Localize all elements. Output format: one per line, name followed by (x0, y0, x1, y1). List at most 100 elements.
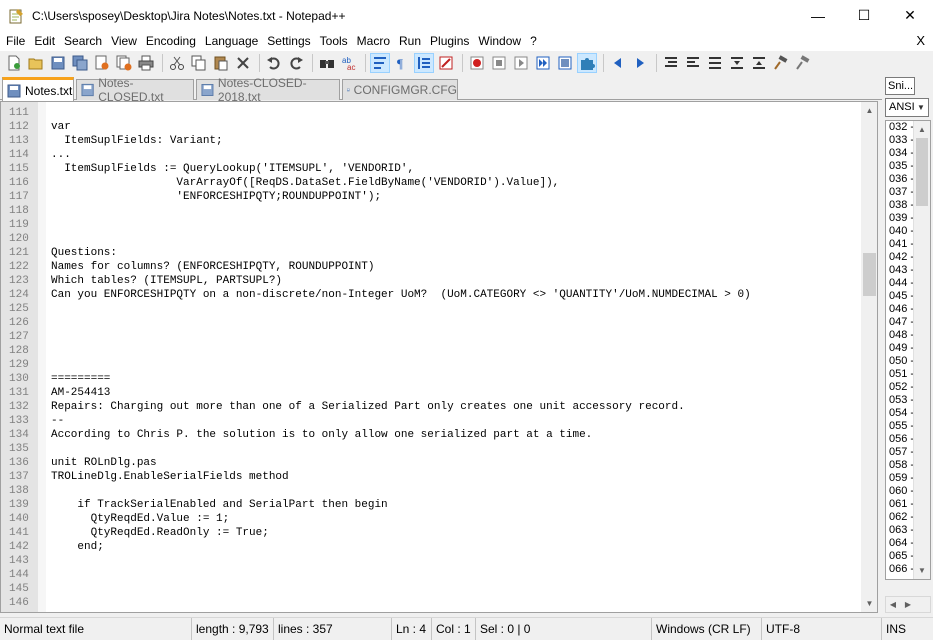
editor-line[interactable]: 142 end; (1, 540, 861, 554)
editor-line[interactable]: 131 AM-254413 (1, 386, 861, 400)
align4-icon[interactable] (727, 53, 747, 73)
ascii-list-horizontal-scrollbar[interactable]: ◀ ▶ (885, 596, 931, 613)
line-text[interactable]: Names for columns? (ENFORCESHIPQTY, ROUN… (51, 260, 374, 274)
menu-macro[interactable]: Macro (353, 31, 395, 51)
editor-line[interactable]: 135 (1, 442, 861, 456)
snippet-tab[interactable]: Sni... (885, 77, 915, 95)
scroll-thumb[interactable] (916, 138, 928, 206)
editor-line[interactable]: 117 'ENFORCESHIPQTY;ROUNDUPPOINT'); (1, 190, 861, 204)
minimize-button[interactable]: — (795, 0, 841, 31)
ascii-list-vertical-scrollbar[interactable]: ▲ ▼ (913, 121, 930, 579)
line-text[interactable]: Which tables? (ITEMSUPL, PARTSUPL?) (51, 274, 282, 288)
tab-notes-closed-2018-txt[interactable]: Notes-CLOSED-2018.txt (196, 76, 340, 104)
editor-line[interactable]: 115 ItemSuplFields := QueryLookup('ITEMS… (1, 162, 861, 176)
scroll-down-arrow-icon[interactable]: ▼ (914, 562, 930, 578)
editor-line[interactable]: 113 ItemSuplFields: Variant; (1, 134, 861, 148)
align-icon[interactable] (661, 53, 681, 73)
line-text[interactable]: AM-254413 (51, 386, 110, 400)
editor-line[interactable]: 132 Repairs: Charging out more than one o… (1, 400, 861, 414)
word-wrap-icon[interactable] (370, 53, 390, 73)
line-text[interactable]: ItemSuplFields := QueryLookup('ITEMSUPL'… (51, 162, 414, 176)
scroll-up-arrow-icon[interactable]: ▲ (914, 121, 930, 137)
line-text[interactable]: VarArrayOf([ReqDS.DataSet.FieldByName('V… (51, 176, 559, 190)
hammer-icon[interactable] (771, 53, 791, 73)
title-bar[interactable]: C:\Users\sposey\Desktop\Jira Notes\Notes… (0, 0, 933, 31)
line-text[interactable]: -- (51, 414, 64, 428)
editor-line[interactable]: 123 Which tables? (ITEMSUPL, PARTSUPL?) (1, 274, 861, 288)
close-all-icon[interactable] (114, 53, 134, 73)
menu-settings[interactable]: Settings (263, 31, 315, 51)
close-window-button[interactable]: ✕ (887, 0, 933, 31)
line-text[interactable]: 'ENFORCESHIPQTY;ROUNDUPPOINT'); (51, 190, 381, 204)
line-text[interactable]: TROLineDlg.EnableSerialFields method (51, 470, 289, 484)
menu-file[interactable]: File (0, 31, 30, 51)
editor-line[interactable]: 138 (1, 484, 861, 498)
encoding-select[interactable]: ANSI ▼ (885, 98, 929, 117)
scroll-thumb[interactable] (863, 253, 876, 296)
editor-line[interactable]: 122 Names for columns? (ENFORCESHIPQTY, R… (1, 260, 861, 274)
editor-line[interactable]: 146 (1, 596, 861, 610)
scroll-down-arrow-icon[interactable]: ▼ (861, 595, 877, 612)
menu-tools[interactable]: Tools (316, 31, 353, 51)
close-document-button[interactable]: X (916, 31, 925, 51)
menu-help[interactable]: ? (526, 31, 542, 51)
line-text[interactable]: if TrackSerialEnabled and SerialPart the… (51, 498, 387, 512)
menu-view[interactable]: View (107, 31, 142, 51)
undo-icon[interactable] (264, 53, 284, 73)
editor-line[interactable]: 136 unit ROLnDlg.pas (1, 456, 861, 470)
show-all-chars-icon[interactable]: ¶ (392, 53, 412, 73)
line-text[interactable]: ... (51, 148, 71, 162)
save-icon[interactable] (48, 53, 68, 73)
run-macro-multiple-icon[interactable] (533, 53, 553, 73)
editor-line[interactable]: 116 VarArrayOf([ReqDS.DataSet.FieldByNam… (1, 176, 861, 190)
editor-line[interactable]: 126 (1, 316, 861, 330)
menu-plugins[interactable]: Plugins (426, 31, 474, 51)
editor-line[interactable]: 114... (1, 148, 861, 162)
next-icon[interactable] (630, 53, 650, 73)
editor-lines[interactable]: 111 112 var 113 ItemSuplFields: Variant; 114… (1, 106, 861, 610)
editor-line[interactable]: 139 if TrackSerialEnabled and SerialPart… (1, 498, 861, 512)
record-macro-icon[interactable] (467, 53, 487, 73)
scroll-up-arrow-icon[interactable]: ▲ (861, 102, 877, 119)
find-icon[interactable] (317, 53, 337, 73)
delete-icon[interactable] (233, 53, 253, 73)
editor-line[interactable]: 133 -- (1, 414, 861, 428)
editor-line[interactable]: 124 Can you ENFORCESHIPQTY on a non-discr… (1, 288, 861, 302)
editor-line[interactable]: 141 QtyReqdEd.ReadOnly := True; (1, 526, 861, 540)
scroll-left-arrow-icon[interactable]: ◀ (886, 597, 900, 612)
scroll-right-arrow-icon[interactable]: ▶ (901, 597, 915, 612)
new-file-icon[interactable] (4, 53, 24, 73)
editor-line[interactable]: 143 (1, 554, 861, 568)
editor-line[interactable]: 134 According to Chris P. the solution is… (1, 428, 861, 442)
cut-icon[interactable] (167, 53, 187, 73)
menu-encoding[interactable]: Encoding (142, 31, 201, 51)
align2-icon[interactable] (683, 53, 703, 73)
menu-run[interactable]: Run (395, 31, 426, 51)
menu-language[interactable]: Language (201, 31, 263, 51)
define-language-icon[interactable] (436, 53, 456, 73)
editor-line[interactable]: 129 (1, 358, 861, 372)
chevron-down-icon[interactable]: ▼ (915, 99, 927, 116)
editor-line[interactable]: 119 (1, 218, 861, 232)
menu-window[interactable]: Window (474, 31, 526, 51)
editor-line[interactable]: 137 TROLineDlg.EnableSerialFields method (1, 470, 861, 484)
copy-icon[interactable] (189, 53, 209, 73)
replace-icon[interactable]: ab ac (339, 53, 359, 73)
editor-line[interactable]: 145 (1, 582, 861, 596)
tab-notes-txt[interactable]: Notes.txt (2, 77, 74, 101)
line-text[interactable]: Can you ENFORCESHIPQTY on a non-discrete… (51, 288, 751, 302)
text-editor[interactable]: 111 112 var 113 ItemSuplFields: Variant; 114… (0, 101, 878, 613)
tab-notes-closed-txt[interactable]: Notes-CLOSED.txt (76, 76, 194, 104)
stop-record-icon[interactable] (489, 53, 509, 73)
line-text[interactable]: QtyReqdEd.ReadOnly := True; (51, 526, 269, 540)
editor-line[interactable]: 121 Questions: (1, 246, 861, 260)
ascii-codes-list[interactable]: 032 -033 - ! 034 - " 035 - #036 - $037 - %… (885, 120, 931, 580)
prev-icon[interactable] (608, 53, 628, 73)
print-icon[interactable] (136, 53, 156, 73)
puzzle-plugin-icon[interactable] (577, 53, 597, 73)
redo-icon[interactable] (286, 53, 306, 73)
line-text[interactable]: end; (51, 540, 103, 554)
editor-line[interactable]: 112 var (1, 120, 861, 134)
line-text[interactable]: ItemSuplFields: Variant; (51, 134, 222, 148)
align5-icon[interactable] (749, 53, 769, 73)
